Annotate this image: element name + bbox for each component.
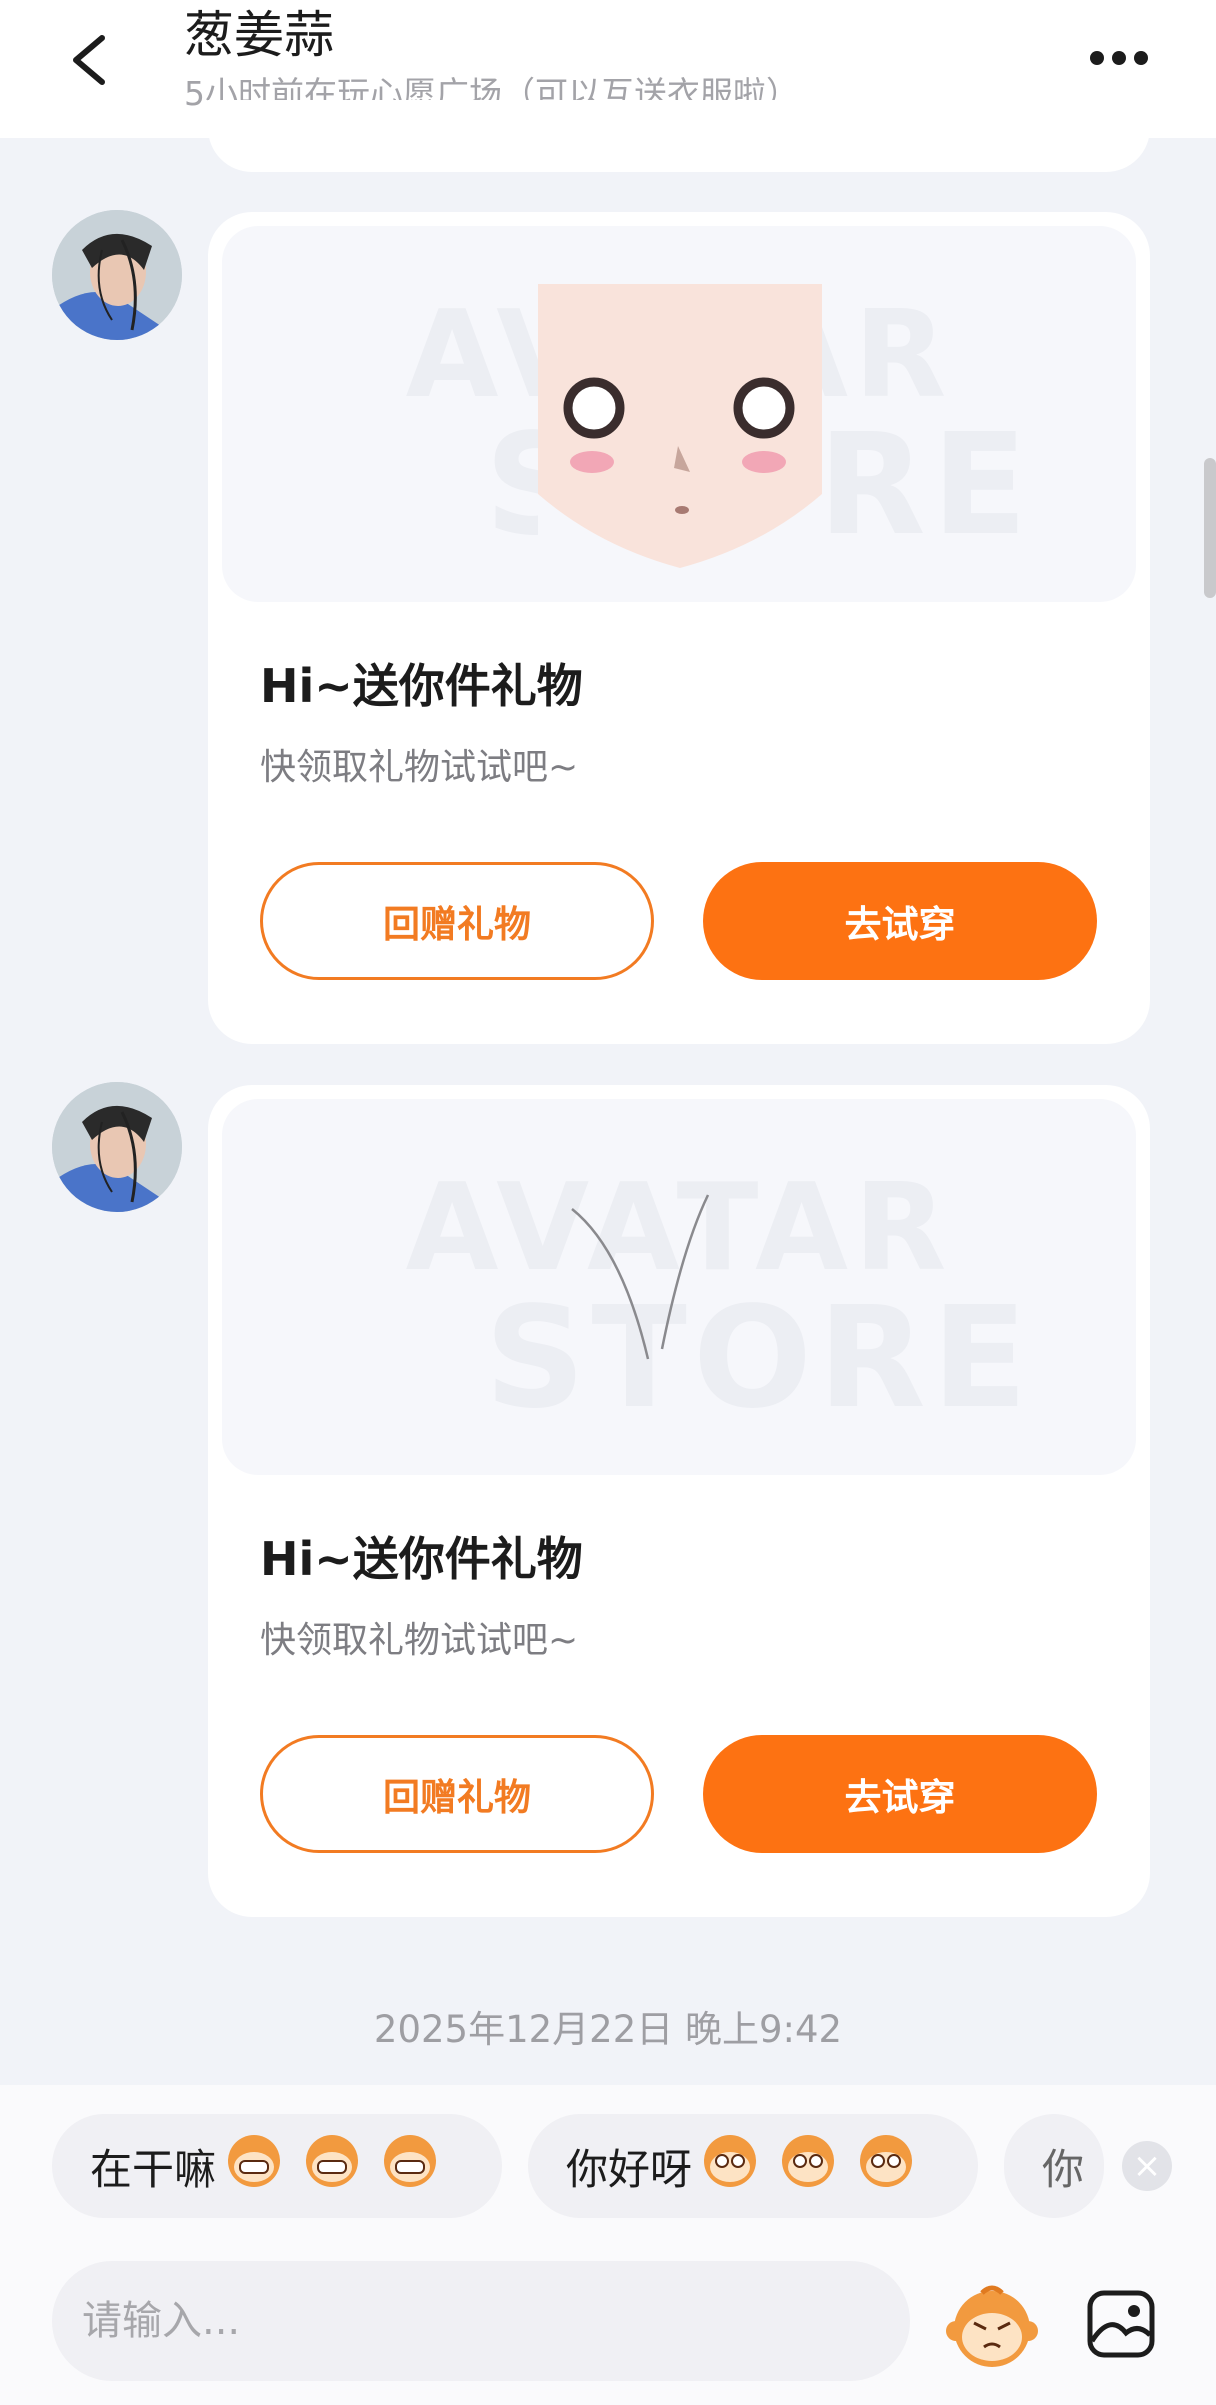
- message-input[interactable]: 请输入...: [52, 2261, 910, 2381]
- close-quick-replies-button[interactable]: ×: [1122, 2141, 1172, 2191]
- image-icon: [1087, 2290, 1155, 2358]
- avatar-photo: [52, 1082, 182, 1212]
- chat-input-bar: 在干嘛 你好呀 你 × 请输入...: [0, 2085, 1216, 2405]
- close-icon: ×: [1132, 2146, 1162, 2186]
- more-options-button[interactable]: [1090, 50, 1160, 74]
- sender-avatar[interactable]: [52, 1082, 182, 1212]
- gift-eyebrows-icon: [571, 1194, 710, 1360]
- quick-reply-text: 在干嘛: [90, 2144, 217, 2194]
- gift-card-description: 快领取礼物试试吧~: [260, 747, 579, 788]
- quick-reply-chip[interactable]: 你好呀: [528, 2114, 978, 2218]
- gift-preview-image[interactable]: AVATAR STORE: [222, 1099, 1136, 1475]
- quick-reply-text: 你好呀: [566, 2144, 693, 2194]
- gift-card-title: Hi~送你件礼物: [260, 1532, 583, 1586]
- chat-title: 葱姜蒜: [184, 6, 334, 64]
- try-on-button[interactable]: 去试穿: [703, 862, 1097, 980]
- quick-reply-chip[interactable]: 在干嘛: [52, 2114, 502, 2218]
- gift-card-title: Hi~送你件礼物: [260, 659, 583, 713]
- scrollbar[interactable]: [1204, 458, 1216, 598]
- try-on-button[interactable]: 去试穿: [703, 1735, 1097, 1853]
- monkey-face-icon: [700, 2131, 918, 2201]
- more-dot-icon: [1134, 51, 1148, 65]
- grinning-monkey-icon: [224, 2131, 442, 2201]
- quick-reply-chip[interactable]: 你: [1004, 2114, 1104, 2218]
- more-dot-icon: [1090, 51, 1104, 65]
- return-gift-button[interactable]: 回赠礼物: [260, 1735, 654, 1853]
- message-timestamp: 2025年12月22日 晚上9:42: [373, 2008, 843, 2051]
- gift-message-card: AVATAR STORE Hi~送你件礼物 快领取礼物试试吧~ 回赠礼物 去试穿: [208, 1085, 1150, 1917]
- quick-reply-text: 你: [1042, 2144, 1085, 2194]
- previous-message-card: [208, 100, 1150, 172]
- gift-card-description: 快领取礼物试试吧~: [260, 1620, 579, 1661]
- emoji-button[interactable]: [944, 2281, 1040, 2371]
- avatar-photo: [52, 210, 182, 340]
- gift-message-card: AVATAR STORE Hi~送你件礼物 快领取礼物试试吧~ 回赠礼物 去试穿: [208, 212, 1150, 1044]
- monkey-emoji-icon: [946, 2285, 1038, 2367]
- return-gift-button[interactable]: 回赠礼物: [260, 862, 654, 980]
- gift-preview-image[interactable]: AVATAR STORE: [222, 226, 1136, 602]
- chevron-left-icon: [73, 35, 105, 85]
- back-button[interactable]: [62, 30, 118, 90]
- image-picker-button[interactable]: [1086, 2289, 1156, 2359]
- more-dot-icon: [1112, 51, 1126, 65]
- sender-avatar[interactable]: [52, 210, 182, 340]
- gift-face-icon: [538, 284, 822, 568]
